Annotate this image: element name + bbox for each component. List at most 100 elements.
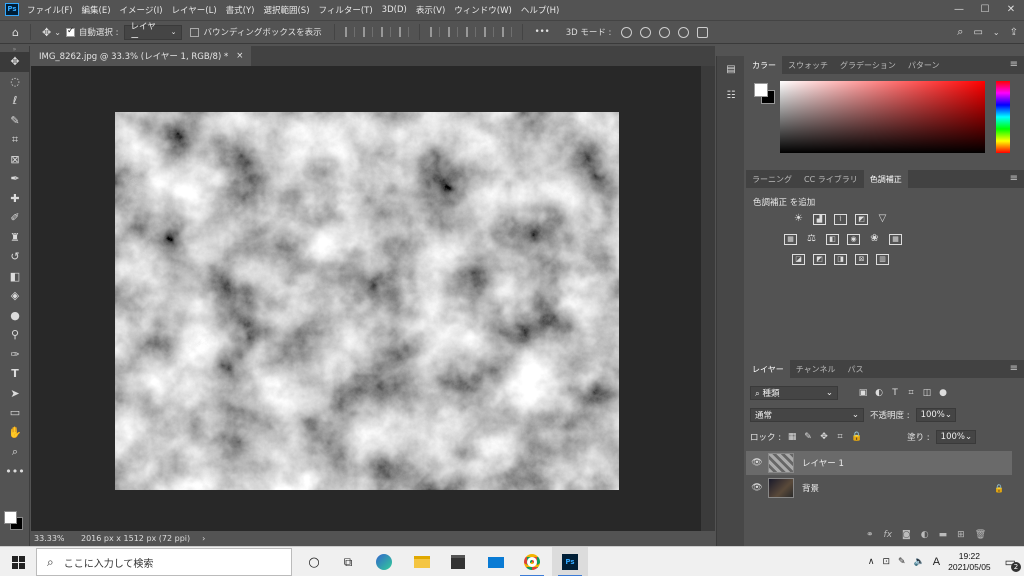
workspace-icon[interactable]: ▭	[973, 27, 982, 38]
tray-expand-icon[interactable]: ∧	[868, 557, 875, 567]
tab-learning[interactable]: ラーニング	[746, 170, 798, 188]
lock-position-icon[interactable]: ✥	[819, 432, 829, 442]
link-layers-icon[interactable]: ⚭	[866, 530, 874, 540]
close-button[interactable]: ✕	[998, 0, 1024, 19]
bounding-box-checkbox[interactable]	[190, 27, 200, 37]
rectangle-tool[interactable]: ▭	[0, 403, 30, 423]
document-image[interactable]	[115, 112, 619, 490]
vibrance-icon[interactable]: ▽	[876, 214, 889, 225]
distribute-icon[interactable]	[398, 27, 409, 37]
curves-icon[interactable]: ⌇	[834, 214, 847, 225]
clock[interactable]: 19:22 2021/05/05	[948, 551, 991, 573]
slide-3d-icon[interactable]	[678, 26, 690, 38]
pen-tool[interactable]: ✑	[0, 345, 30, 365]
roll-3d-icon[interactable]	[640, 26, 652, 38]
lock-artboard-icon[interactable]: ⌗	[835, 432, 845, 442]
fx-icon[interactable]: fx	[884, 530, 893, 540]
explorer-app[interactable]	[404, 547, 440, 576]
mail-app[interactable]	[478, 547, 514, 576]
vertical-scrollbar[interactable]	[701, 66, 715, 531]
store-app[interactable]	[440, 547, 476, 576]
new-layer-icon[interactable]: ⊞	[957, 530, 965, 540]
layer-row[interactable]: 👁 背景 🔒	[746, 476, 1012, 500]
camera-3d-icon[interactable]	[697, 26, 709, 38]
layer-row[interactable]: 👁 レイヤー 1	[746, 451, 1012, 475]
lock-transparency-icon[interactable]: ▦	[787, 432, 797, 442]
hue-saturation-icon[interactable]: ▦	[784, 234, 797, 245]
tab-cc-libraries[interactable]: CC ライブラリ	[798, 170, 864, 188]
align-center-icon[interactable]	[362, 27, 373, 37]
chrome-app[interactable]	[514, 547, 550, 576]
pen-workspace-icon[interactable]: ✎	[898, 557, 906, 567]
panel-menu-icon[interactable]: ≡	[1010, 173, 1018, 184]
panel-foreground-color[interactable]	[754, 83, 768, 97]
color-balance-icon[interactable]: ⚖	[805, 234, 818, 245]
tab-gradients[interactable]: グラデーション	[834, 56, 902, 74]
photo-filter-icon[interactable]: ◉	[847, 234, 860, 245]
network-icon[interactable]: ⊡	[882, 557, 890, 567]
path-select-tool[interactable]: ➤	[0, 384, 30, 404]
hand-tool[interactable]: ✋	[0, 423, 30, 443]
threshold-icon[interactable]: ◨	[834, 254, 847, 265]
hue-slider[interactable]	[996, 81, 1010, 153]
levels-icon[interactable]: ▟	[813, 214, 826, 225]
minimize-button[interactable]: —	[946, 0, 972, 19]
align-top-icon[interactable]	[429, 27, 440, 37]
adjustment-filter-icon[interactable]: ◐	[874, 388, 884, 398]
shape-filter-icon[interactable]: ⌗	[906, 388, 916, 398]
layer-kind-filter[interactable]: ⌕ 種類 ⌄	[750, 386, 838, 400]
eraser-tool[interactable]: ◧	[0, 267, 30, 287]
tab-adjustments[interactable]: 色調補正	[863, 170, 908, 188]
blur-tool[interactable]: ●	[0, 306, 30, 326]
align-left-icon[interactable]	[344, 27, 355, 37]
history-panel-icon[interactable]: ▤	[717, 56, 745, 82]
task-view-button[interactable]: ⧉	[330, 547, 366, 576]
eye-icon[interactable]: 👁	[746, 483, 768, 493]
properties-panel-icon[interactable]: ☷	[717, 82, 745, 108]
eyedropper-tool[interactable]: ✒	[0, 169, 30, 189]
zoom-tool[interactable]: ⌕	[0, 442, 30, 462]
color-swatches[interactable]	[4, 511, 26, 533]
chevron-down-icon[interactable]: ⌄	[54, 28, 61, 37]
posterize-icon[interactable]: ◩	[813, 254, 826, 265]
color-picker-field[interactable]	[780, 81, 985, 153]
eye-icon[interactable]: 👁	[746, 458, 768, 468]
tab-channels[interactable]: チャンネル	[790, 360, 842, 378]
smart-object-filter-icon[interactable]: ◫	[922, 388, 932, 398]
document-tab[interactable]: IMG_8262.jpg @ 33.3% (レイヤー 1, RGB/8) * ×	[31, 46, 252, 66]
tab-color[interactable]: カラー	[746, 56, 782, 74]
menu-filter[interactable]: フィルター(T)	[319, 4, 373, 16]
color-lookup-icon[interactable]: ▦	[889, 234, 902, 245]
volume-icon[interactable]: 🔈	[914, 557, 925, 567]
type-filter-icon[interactable]: T	[890, 388, 900, 398]
status-menu-arrow[interactable]: ›	[202, 534, 205, 543]
invert-icon[interactable]: ◪	[792, 254, 805, 265]
pixel-filter-icon[interactable]: ▣	[858, 388, 868, 398]
edge-app[interactable]	[366, 547, 402, 576]
panel-menu-icon[interactable]: ≡	[1010, 59, 1018, 70]
filter-toggle-icon[interactable]: ●	[938, 388, 948, 398]
foreground-color[interactable]	[4, 511, 17, 524]
maximize-button[interactable]: ☐	[972, 0, 998, 19]
photoshop-app[interactable]: Ps	[552, 547, 588, 576]
trash-icon[interactable]: 🗑	[975, 530, 986, 540]
menu-window[interactable]: ウィンドウ(W)	[454, 4, 512, 16]
frame-tool[interactable]: ⊠	[0, 150, 30, 170]
fill-input[interactable]: 100% ⌄	[935, 430, 976, 444]
opacity-input[interactable]: 100% ⌄	[915, 408, 956, 422]
new-group-icon[interactable]: ▬	[939, 530, 948, 540]
paint-bucket-tool[interactable]: ◈	[0, 286, 30, 306]
more-options-button[interactable]: •••	[535, 27, 550, 37]
panel-menu-icon[interactable]: ≡	[1010, 363, 1018, 374]
search-icon[interactable]: ⌕	[957, 25, 963, 39]
brightness-icon[interactable]: ☀	[792, 214, 805, 225]
history-brush-tool[interactable]: ↺	[0, 247, 30, 267]
start-button[interactable]	[0, 547, 36, 576]
blend-mode-dropdown[interactable]: 通常 ⌄	[750, 408, 864, 422]
align-middle-icon[interactable]	[447, 27, 458, 37]
distribute-spacing-icon[interactable]	[501, 27, 512, 37]
ime-indicator[interactable]: A	[933, 556, 940, 568]
lasso-tool[interactable]: ℓ	[0, 91, 30, 111]
close-tab-icon[interactable]: ×	[236, 51, 243, 61]
tab-patterns[interactable]: パターン	[902, 56, 946, 74]
